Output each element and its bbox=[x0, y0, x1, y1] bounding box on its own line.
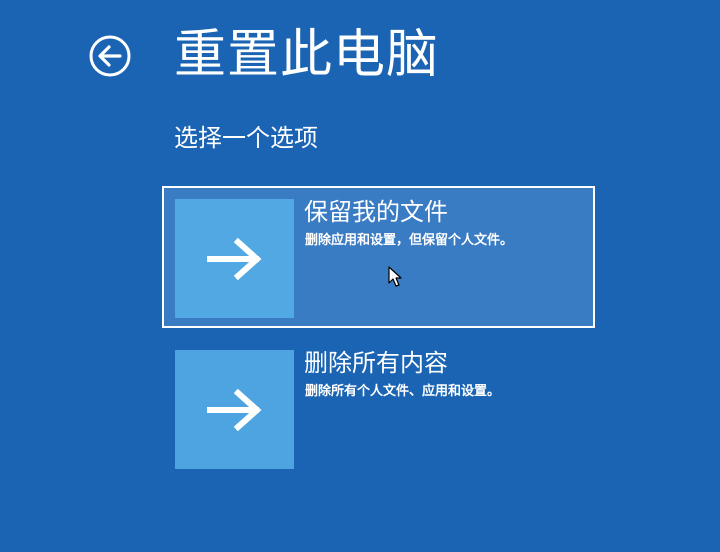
option-description: 删除所有个人文件、应用和设置。 bbox=[305, 384, 501, 399]
back-button[interactable] bbox=[88, 34, 132, 78]
remove-everything-option[interactable]: 删除所有内容 删除所有个人文件、应用和设置。 bbox=[162, 337, 595, 479]
arrow-right-icon bbox=[206, 237, 261, 280]
arrow-right-icon bbox=[206, 388, 261, 431]
back-arrow-circle-icon bbox=[89, 35, 131, 77]
page-title: 重置此电脑 bbox=[174, 25, 440, 85]
option-title: 保留我的文件 bbox=[304, 198, 448, 226]
option-title: 删除所有内容 bbox=[304, 349, 448, 377]
page-subtitle: 选择一个选项 bbox=[174, 124, 318, 152]
option-tile bbox=[175, 199, 294, 318]
option-tile bbox=[175, 350, 294, 469]
option-description: 删除应用和设置，但保留个人文件。 bbox=[305, 233, 514, 248]
keep-my-files-option[interactable]: 保留我的文件 删除应用和设置，但保留个人文件。 bbox=[162, 186, 595, 328]
